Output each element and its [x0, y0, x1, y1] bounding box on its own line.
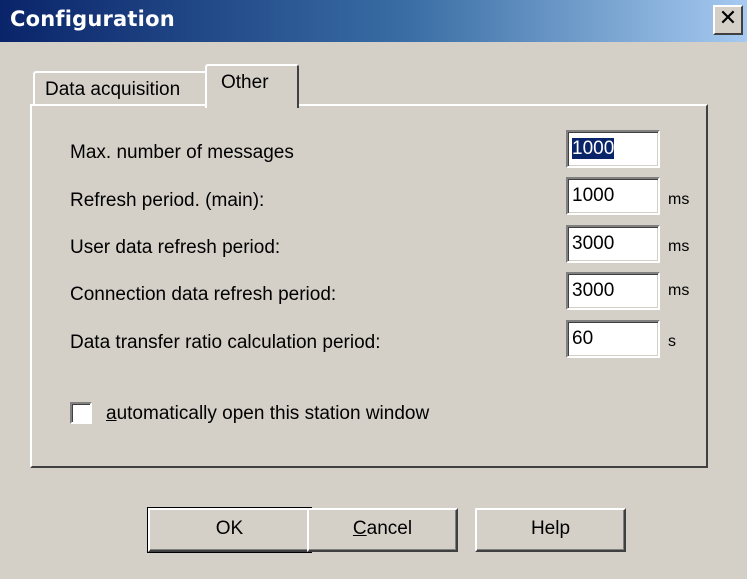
connection-data-refresh-label: Connection data refresh period: — [70, 284, 337, 305]
ok-button[interactable]: OK — [147, 507, 312, 553]
user-data-refresh-unit: ms — [668, 238, 690, 255]
tab-label: Data acquisition — [45, 79, 181, 100]
user-data-refresh-field[interactable]: 3000 — [566, 225, 660, 263]
user-data-refresh-label: User data refresh period: — [70, 237, 281, 258]
user-data-refresh-value: 3000 — [572, 233, 615, 254]
auto-open-station-checkbox[interactable] — [70, 402, 92, 424]
connection-data-refresh-field[interactable]: 3000 — [566, 272, 660, 310]
max-messages-value: 1000 — [572, 138, 615, 159]
refresh-period-main-field[interactable]: 1000 — [566, 177, 660, 215]
tab-other[interactable]: Other — [205, 64, 299, 108]
transfer-ratio-period-value: 60 — [572, 328, 594, 349]
max-messages-label: Max. number of messages — [70, 142, 294, 163]
title-bar: Configuration ✕ — [0, 0, 747, 42]
cancel-button[interactable]: Cancel — [307, 508, 458, 552]
refresh-period-main-value: 1000 — [572, 185, 615, 206]
refresh-period-main-label: Refresh period. (main): — [70, 190, 265, 211]
tab-label: Other — [221, 72, 269, 93]
transfer-ratio-period-unit: s — [668, 333, 676, 350]
connection-data-refresh-unit: ms — [668, 282, 690, 299]
connection-data-refresh-value: 3000 — [572, 280, 615, 301]
transfer-ratio-period-field[interactable]: 60 — [566, 320, 660, 358]
auto-open-station-label[interactable]: automatically open this station window — [106, 403, 429, 425]
close-icon: ✕ — [718, 6, 738, 31]
refresh-period-main-unit: ms — [668, 191, 690, 208]
close-button[interactable]: ✕ — [713, 5, 743, 35]
transfer-ratio-period-label: Data transfer ratio calculation period: — [70, 332, 381, 353]
help-button[interactable]: Help — [475, 508, 626, 552]
window-title: Configuration — [10, 7, 175, 31]
tab-data-acquisition[interactable]: Data acquisition — [33, 71, 209, 105]
max-messages-field[interactable]: 1000 — [566, 130, 660, 168]
